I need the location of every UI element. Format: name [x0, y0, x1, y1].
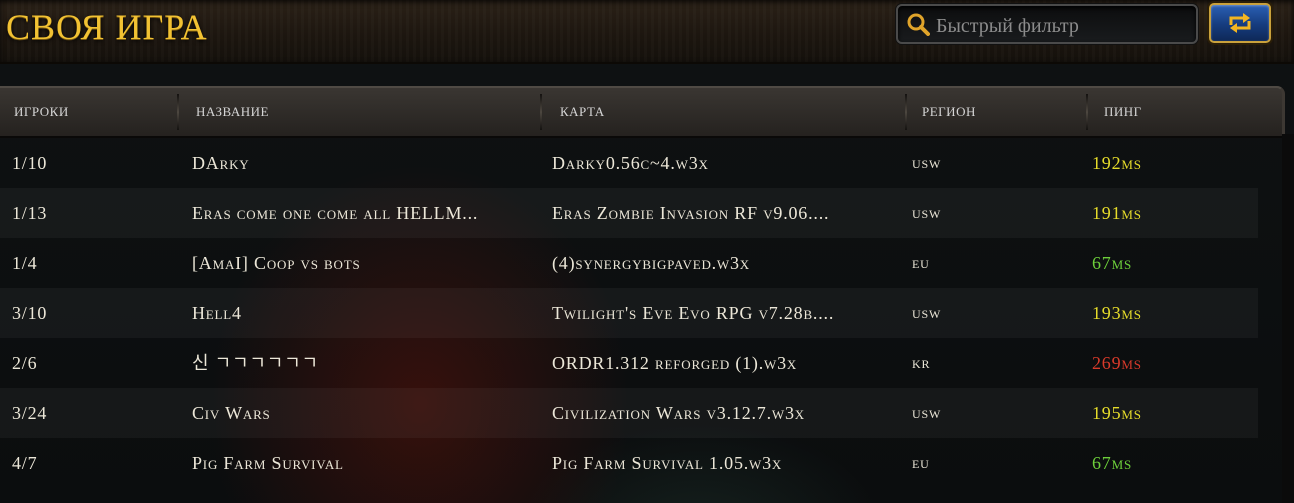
- game-name-cell: Civ Wars: [192, 403, 271, 423]
- game-row[interactable]: 1/10 DArky Darky0.56c~4.w3x usw 192ms: [0, 138, 1258, 188]
- map-cell: Eras Zombie Invasion RF v9.06....: [552, 203, 830, 223]
- game-name-cell: DArky: [192, 153, 250, 173]
- map-cell: Twilight's Eve Evo RPG v7.28b....: [552, 303, 835, 323]
- game-name-cell: [AmaI] Coop vs bots: [192, 253, 361, 273]
- game-row[interactable]: 2/6 신 ㄱㄱㄱㄱㄱㄱ ORDR1.312 reforged (1).w3x …: [0, 338, 1258, 388]
- players-cell: 4/7: [12, 453, 38, 473]
- region-cell: usw: [912, 203, 942, 222]
- players-cell: 2/6: [12, 353, 38, 373]
- column-header-region[interactable]: РЕГИОН: [922, 88, 976, 136]
- column-header-players[interactable]: ИГРОКИ: [14, 88, 69, 136]
- game-list-panel: ИГРОКИ НАЗВАНИЕ КАРТА РЕГИОН ПИНГ 1/10 D…: [0, 64, 1294, 503]
- column-header-ping[interactable]: ПИНГ: [1104, 88, 1142, 136]
- ping-cell: 191ms: [1092, 203, 1142, 223]
- game-row[interactable]: 3/10 Hell4 Twilight's Eve Evo RPG v7.28b…: [0, 288, 1258, 338]
- table-header: ИГРОКИ НАЗВАНИЕ КАРТА РЕГИОН ПИНГ: [0, 86, 1285, 138]
- game-name-cell: Pig Farm Survival: [192, 453, 344, 473]
- ping-cell: 67ms: [1092, 253, 1132, 273]
- players-cell: 1/10: [12, 153, 48, 173]
- page-title: СВОЯ ИГРА: [6, 7, 208, 47]
- column-divider: [905, 94, 907, 130]
- column-header-map[interactable]: КАРТА: [560, 88, 605, 136]
- game-name-cell: Eras come one come all HELLM...: [192, 203, 479, 223]
- game-name-cell: Hell4: [192, 303, 242, 323]
- region-cell: eu: [912, 453, 930, 472]
- refresh-icon: [1229, 13, 1251, 33]
- ping-cell: 192ms: [1092, 153, 1142, 173]
- ping-cell: 269ms: [1092, 353, 1142, 373]
- list-scrollbar[interactable]: [1282, 134, 1294, 503]
- region-cell: eu: [912, 253, 930, 272]
- map-cell: Pig Farm Survival 1.05.w3x: [552, 453, 783, 473]
- game-name-cell: 신 ㄱㄱㄱㄱㄱㄱ: [192, 353, 319, 373]
- region-cell: kr: [912, 353, 931, 372]
- map-cell: (4)synergybigpaved.w3x: [552, 253, 750, 273]
- game-row[interactable]: 1/4 [AmaI] Coop vs bots (4)synergybigpav…: [0, 238, 1258, 288]
- players-cell: 1/4: [12, 253, 38, 273]
- ping-cell: 193ms: [1092, 303, 1142, 323]
- region-cell: usw: [912, 153, 942, 172]
- game-row[interactable]: 1/13 Eras come one come all HELLM... Era…: [0, 188, 1258, 238]
- map-cell: Darky0.56c~4.w3x: [552, 153, 709, 173]
- players-cell: 3/10: [12, 303, 48, 323]
- game-row[interactable]: 3/24 Civ Wars Civilization Wars v3.12.7.…: [0, 388, 1258, 438]
- column-divider: [1086, 94, 1088, 130]
- column-divider: [540, 94, 542, 130]
- region-cell: usw: [912, 303, 942, 322]
- players-cell: 3/24: [12, 403, 48, 423]
- map-cell: ORDR1.312 reforged (1).w3x: [552, 353, 798, 373]
- region-cell: usw: [912, 403, 942, 422]
- ping-cell: 195ms: [1092, 403, 1142, 423]
- top-bar: СВОЯ ИГРА: [0, 0, 1294, 65]
- quick-filter[interactable]: [896, 4, 1198, 44]
- magnifier-icon: [906, 12, 930, 36]
- refresh-button[interactable]: [1209, 3, 1271, 43]
- map-cell: Civilization Wars v3.12.7.w3x: [552, 403, 805, 423]
- game-list: 1/10 DArky Darky0.56c~4.w3x usw 192ms 1/…: [0, 138, 1278, 488]
- players-cell: 1/13: [12, 203, 48, 223]
- ping-cell: 67ms: [1092, 453, 1132, 473]
- column-header-name[interactable]: НАЗВАНИЕ: [196, 88, 269, 136]
- game-row[interactable]: 4/7 Pig Farm Survival Pig Farm Survival …: [0, 438, 1258, 488]
- column-divider: [177, 94, 179, 130]
- quick-filter-input[interactable]: [934, 10, 1188, 42]
